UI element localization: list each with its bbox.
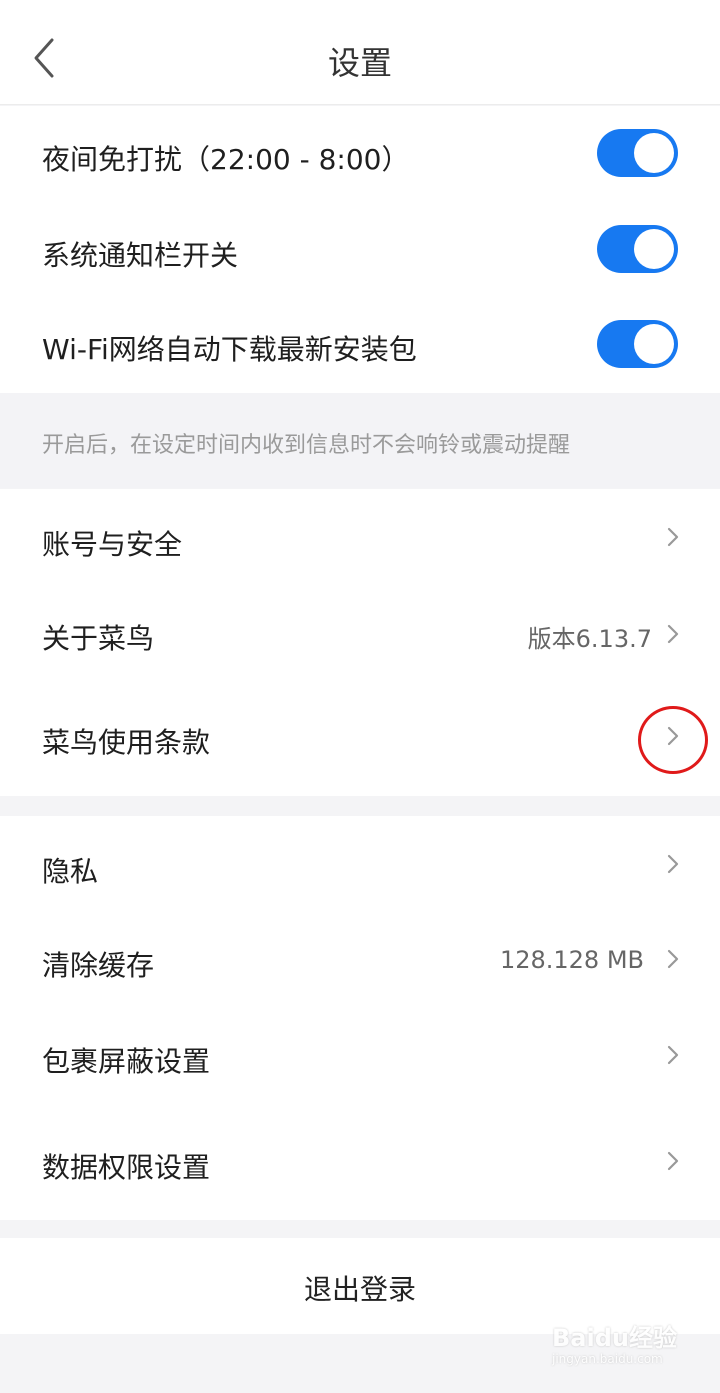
top-bar: 设置 [0,0,720,105]
hint-text: 开启后，在设定时间内收到信息时不会响铃或震动提醒 [42,433,571,458]
privacy-label: 隐私 [42,855,99,888]
chevron-right-icon [667,854,679,874]
toggle-row-do-not-disturb: 夜间免打扰（22:00 - 8:00） [0,106,720,202]
wifi-auto-download-label: Wi-Fi网络自动下载最新安装包 [42,333,417,366]
settings-hint: 开启后，在设定时间内收到信息时不会响铃或震动提醒 [0,393,720,488]
version-value: 版本6.13.7 [527,625,652,653]
watermark-url: jingyan.baidu.com [552,1352,663,1366]
row-terms-of-use[interactable]: 菜鸟使用条款 [0,685,720,796]
system-notification-toggle[interactable] [597,225,678,273]
watermark-brand: Baidu经验 [552,1324,677,1352]
row-package-block[interactable]: 包裹屏蔽设置 [0,1008,720,1104]
row-clear-cache[interactable]: 清除缓存 128.128 MB [0,912,720,1008]
chevron-right-icon [667,1151,679,1171]
account-security-label: 账号与安全 [42,528,183,561]
baidu-jingyan-watermark: Baidu经验 jingyan.baidu.com [552,1316,682,1376]
row-data-permission[interactable]: 数据权限设置 [0,1104,720,1220]
package-block-label: 包裹屏蔽设置 [42,1045,211,1078]
system-notification-label: 系统通知栏开关 [42,239,239,272]
page-title: 设置 [327,44,392,82]
cache-size-value: 128.128 MB [499,946,644,974]
do-not-disturb-toggle[interactable] [597,129,678,177]
row-privacy[interactable]: 隐私 [0,816,720,912]
about-label: 关于菜鸟 [42,622,155,655]
toggle-row-wifi-auto-download: Wi-Fi网络自动下载最新安装包 [0,298,720,394]
toggle-row-system-notification: 系统通知栏开关 [0,202,720,298]
row-account-security[interactable]: 账号与安全 [0,489,720,585]
wifi-auto-download-toggle[interactable] [597,320,678,368]
terms-of-use-label: 菜鸟使用条款 [42,726,211,759]
toggle-knob [634,133,674,173]
chevron-right-icon [667,1045,679,1065]
privacy-settings-group: 隐私 清除缓存 128.128 MB 包裹屏蔽设置 数据权限设置 [0,816,720,1220]
notification-settings-group: 夜间免打扰（22:00 - 8:00） 系统通知栏开关 Wi-Fi网络自动下载最… [0,106,720,393]
row-about[interactable]: 关于菜鸟 版本6.13.7 [0,585,720,685]
clear-cache-label: 清除缓存 [42,949,155,982]
do-not-disturb-label: 夜间免打扰（22:00 - 8:00） [42,143,410,176]
logout-label: 退出登录 [303,1273,416,1306]
data-permission-label: 数据权限设置 [42,1151,211,1184]
toggle-knob [634,229,674,269]
account-settings-group: 账号与安全 关于菜鸟 版本6.13.7 菜鸟使用条款 [0,489,720,796]
chevron-right-icon [667,624,679,644]
toggle-knob [634,324,674,364]
highlight-circle [638,706,708,774]
chevron-right-icon [667,949,679,969]
chevron-right-icon [667,527,679,547]
